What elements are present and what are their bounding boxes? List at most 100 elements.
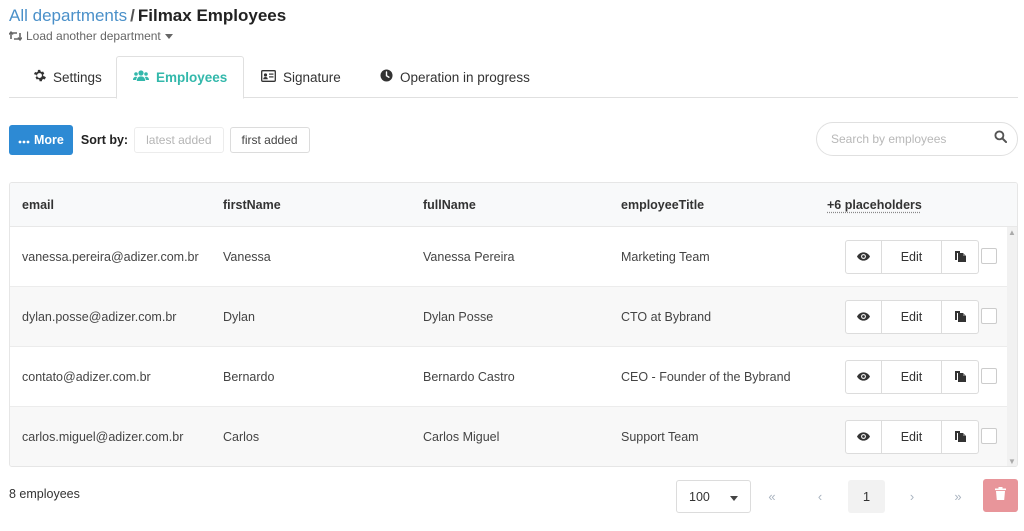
table-body: vanessa.pereira@adizer.com.br Vanessa Va… bbox=[10, 227, 1017, 466]
search-icon[interactable] bbox=[994, 130, 1008, 148]
copy-icon bbox=[954, 310, 966, 325]
tab-employees-label: Employees bbox=[156, 70, 228, 85]
pager-current-page[interactable]: 1 bbox=[848, 480, 885, 513]
load-another-department-label: Load another department bbox=[26, 29, 161, 43]
column-header-firstname[interactable]: firstName bbox=[223, 183, 281, 227]
load-another-department-dropdown[interactable]: Load another department bbox=[9, 29, 173, 43]
copy-icon bbox=[954, 430, 966, 445]
table-row: vanessa.pereira@adizer.com.br Vanessa Va… bbox=[10, 227, 1017, 287]
more-placeholders-link[interactable]: +6 placeholders bbox=[827, 183, 922, 227]
users-icon bbox=[133, 70, 149, 85]
view-button[interactable] bbox=[846, 301, 882, 333]
cell-employeetitle: Marketing Team bbox=[621, 250, 710, 264]
row-checkbox[interactable] bbox=[981, 368, 997, 384]
row-actions: Edit bbox=[845, 420, 979, 454]
trash-icon bbox=[995, 486, 1006, 505]
tab-signature[interactable]: Signature bbox=[245, 56, 357, 98]
row-checkbox[interactable] bbox=[981, 308, 997, 324]
edit-button[interactable]: Edit bbox=[882, 301, 942, 333]
pager-next-button[interactable]: › bbox=[900, 480, 924, 513]
cell-employeetitle: CEO - Founder of the Bybrand bbox=[621, 370, 791, 384]
cell-email: dylan.posse@adizer.com.br bbox=[22, 310, 177, 324]
cell-employeetitle: Support Team bbox=[621, 430, 699, 444]
caret-down-icon bbox=[164, 33, 173, 39]
cell-email: carlos.miguel@adizer.com.br bbox=[22, 430, 184, 444]
copy-button[interactable] bbox=[942, 361, 978, 393]
page-size-value: 100 bbox=[689, 489, 710, 504]
view-button[interactable] bbox=[846, 421, 882, 453]
employee-count: 8 employees bbox=[9, 487, 80, 501]
row-checkbox[interactable] bbox=[981, 248, 997, 264]
id-card-icon bbox=[261, 69, 276, 85]
caret-down-icon bbox=[730, 490, 738, 504]
delete-button[interactable] bbox=[983, 479, 1018, 512]
gear-icon bbox=[33, 69, 46, 85]
tab-bar: Settings Employees Signature Operation i… bbox=[9, 56, 1018, 99]
toolbar: More Sort by: latest added first added bbox=[9, 125, 310, 155]
cell-email: vanessa.pereira@adizer.com.br bbox=[22, 250, 199, 264]
pager-prev-button[interactable]: ‹ bbox=[808, 480, 832, 513]
copy-button[interactable] bbox=[942, 241, 978, 273]
tab-operation-in-progress-label: Operation in progress bbox=[400, 69, 530, 85]
cell-email: contato@adizer.com.br bbox=[22, 370, 151, 384]
table-row: dylan.posse@adizer.com.br Dylan Dylan Po… bbox=[10, 287, 1017, 347]
eye-icon bbox=[857, 370, 870, 384]
row-actions: Edit bbox=[845, 300, 979, 334]
breadcrumb-separator: / bbox=[130, 6, 135, 25]
scroll-up-icon[interactable]: ▲ bbox=[1008, 229, 1016, 237]
scroll-down-icon[interactable]: ▼ bbox=[1008, 458, 1016, 466]
sort-by-label: Sort by: bbox=[80, 133, 129, 147]
pager-first-button[interactable]: « bbox=[760, 480, 784, 513]
breadcrumb-all-departments-link[interactable]: All departments bbox=[9, 6, 127, 25]
table-row: carlos.miguel@adizer.com.br Carlos Carlo… bbox=[10, 407, 1017, 466]
page-size-select[interactable]: 100 bbox=[676, 480, 751, 513]
edit-button[interactable]: Edit bbox=[882, 421, 942, 453]
tab-employees[interactable]: Employees bbox=[116, 56, 245, 99]
edit-button[interactable]: Edit bbox=[882, 361, 942, 393]
copy-button[interactable] bbox=[942, 421, 978, 453]
more-button-label: More bbox=[34, 133, 64, 147]
cell-fullname: Bernardo Castro bbox=[423, 370, 515, 384]
column-header-email[interactable]: email bbox=[22, 183, 54, 227]
sort-first-added-button[interactable]: first added bbox=[229, 127, 310, 153]
cell-fullname: Dylan Posse bbox=[423, 310, 494, 324]
cell-firstname: Bernardo bbox=[223, 370, 275, 384]
employees-table: email firstName fullName employeeTitle +… bbox=[9, 182, 1018, 467]
sort-latest-added-button[interactable]: latest added bbox=[134, 127, 224, 153]
page-title: Filmax Employees bbox=[137, 6, 287, 25]
column-header-employeetitle[interactable]: employeeTitle bbox=[621, 183, 704, 227]
row-actions: Edit bbox=[845, 240, 979, 274]
copy-icon bbox=[954, 250, 966, 265]
eye-icon bbox=[857, 310, 870, 324]
column-header-fullname[interactable]: fullName bbox=[423, 183, 476, 227]
row-actions: Edit bbox=[845, 360, 979, 394]
cell-firstname: Dylan bbox=[223, 310, 255, 324]
view-button[interactable] bbox=[846, 361, 882, 393]
clock-icon bbox=[380, 69, 393, 85]
eye-icon bbox=[857, 250, 870, 264]
table-row: contato@adizer.com.br Bernardo Bernardo … bbox=[10, 347, 1017, 407]
cell-firstname: Carlos bbox=[223, 430, 260, 444]
search-input[interactable] bbox=[829, 131, 994, 147]
cell-firstname: Vanessa bbox=[223, 250, 271, 264]
tab-settings[interactable]: Settings bbox=[17, 56, 118, 98]
cell-fullname: Carlos Miguel bbox=[423, 430, 500, 444]
table-scrollbar[interactable]: ▲ ▼ bbox=[1007, 227, 1017, 466]
edit-button[interactable]: Edit bbox=[882, 241, 942, 273]
retweet-icon bbox=[9, 31, 22, 41]
tab-settings-label: Settings bbox=[53, 69, 102, 85]
eye-icon bbox=[857, 430, 870, 444]
breadcrumb: All departments / Filmax Employees bbox=[9, 6, 286, 26]
more-button[interactable]: More bbox=[9, 125, 73, 155]
copy-button[interactable] bbox=[942, 301, 978, 333]
view-button[interactable] bbox=[846, 241, 882, 273]
copy-icon bbox=[954, 370, 966, 385]
pager-last-button[interactable]: » bbox=[946, 480, 970, 513]
tab-operation-in-progress[interactable]: Operation in progress bbox=[364, 56, 546, 98]
row-checkbox[interactable] bbox=[981, 428, 997, 444]
table-header: email firstName fullName employeeTitle +… bbox=[10, 183, 1017, 227]
ellipsis-icon bbox=[18, 133, 30, 147]
tab-signature-label: Signature bbox=[283, 69, 341, 85]
cell-fullname: Vanessa Pereira bbox=[423, 250, 515, 264]
cell-employeetitle: CTO at Bybrand bbox=[621, 310, 712, 324]
